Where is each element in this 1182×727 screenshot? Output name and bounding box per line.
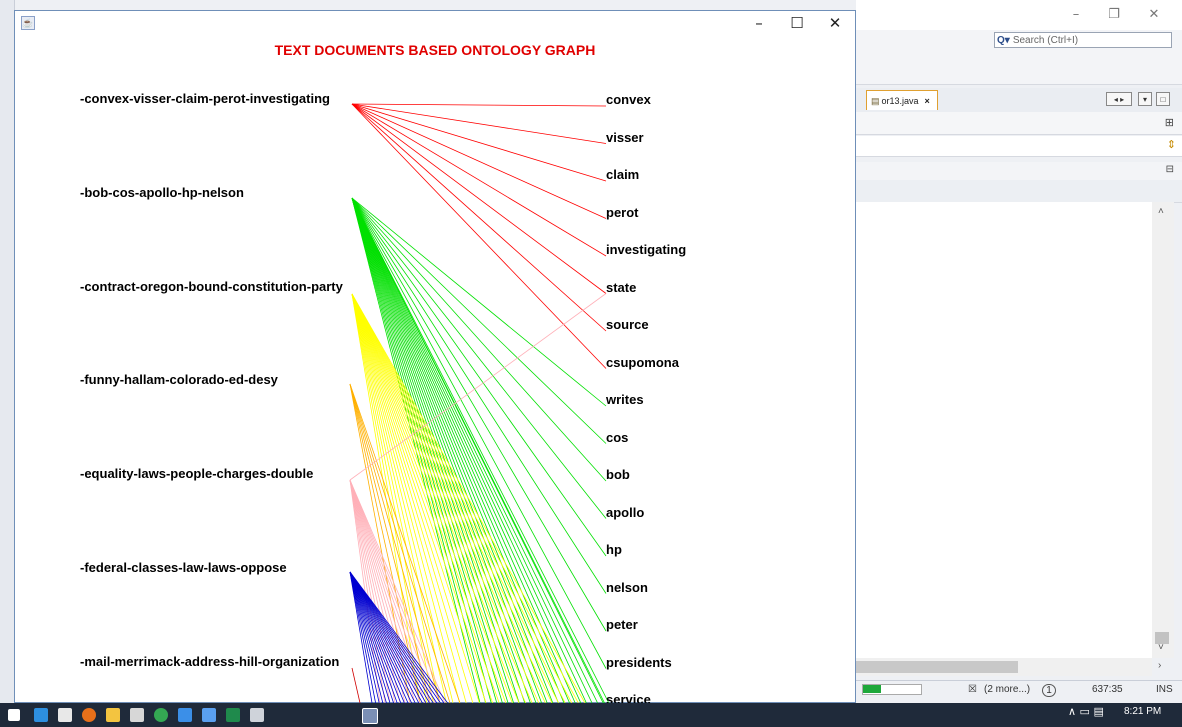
term-label: claim <box>606 167 640 182</box>
edge-doc1 <box>351 103 607 294</box>
term-label: source <box>606 317 649 332</box>
ide-horizontal-scroll-thumb[interactable] <box>856 661 1018 673</box>
term-label: nelson <box>606 580 648 595</box>
search-icon: Q▾ <box>997 35 1010 46</box>
tab-scroll-buttons[interactable]: ◂ ▸ <box>1106 92 1132 106</box>
document-label: -equality-laws-people-charges-double <box>80 466 314 481</box>
system-tray-icons[interactable]: ∧ ▭ ▤ <box>1068 705 1104 718</box>
term-label: hp <box>606 542 622 557</box>
ide-editor-tab[interactable]: ▤ or13.java × <box>866 90 938 110</box>
java-taskbar-icon[interactable] <box>362 708 378 724</box>
term-label: apollo <box>606 505 645 520</box>
edge-doc3 <box>351 293 540 703</box>
edge-doc1 <box>351 103 607 107</box>
chrome-icon[interactable] <box>154 708 168 722</box>
insert-mode: INS <box>1156 684 1173 695</box>
expand-icon[interactable]: ⊞ <box>1165 116 1174 129</box>
maximize-editor-button[interactable]: □ <box>1156 92 1170 106</box>
ide-progress-fill <box>863 685 881 693</box>
edge-doc2 <box>351 197 548 703</box>
ide-minimize-button[interactable]: – <box>1064 6 1088 24</box>
edge-doc1 <box>351 103 607 219</box>
document-label: -federal-classes-law-laws-oppose <box>80 560 287 575</box>
app-icon[interactable] <box>178 708 192 722</box>
document-label: -funny-hallam-colorado-ed-desy <box>80 372 278 387</box>
term-label: bob <box>606 467 630 482</box>
term-label: visser <box>606 130 644 145</box>
tab-list-button[interactable]: ▾ <box>1138 92 1152 106</box>
cursor-position: 637:35 <box>1092 684 1123 695</box>
scroll-right-icon[interactable]: › <box>1158 660 1161 671</box>
tab-label: or13.java <box>881 96 919 106</box>
java-file-icon: ▤ <box>871 96 880 106</box>
calculator-icon[interactable] <box>130 708 144 722</box>
windows-start-icon[interactable] <box>8 709 20 721</box>
ide-titlebar <box>856 0 1182 30</box>
ide-close-button[interactable]: ✕ <box>1142 6 1166 24</box>
term-label: cos <box>606 430 629 445</box>
ide-vertical-scrollbar[interactable]: ˄ ˅ <box>1152 202 1174 658</box>
document-label: -contract-oregon-bound-constitution-part… <box>80 279 343 294</box>
ide-navigator-header: ⊟ <box>856 162 1182 181</box>
document-label: -mail-merrimack-address-hill-organizatio… <box>80 654 340 669</box>
term-label: writes <box>606 392 644 407</box>
store-icon[interactable] <box>58 708 72 722</box>
excel-icon[interactable] <box>226 708 240 722</box>
tab-close-icon[interactable]: × <box>925 96 930 106</box>
term-label: presidents <box>606 655 672 670</box>
edge-doc1 <box>351 103 607 369</box>
term-label: peter <box>606 617 638 632</box>
ide-editor-toolbar: ⊞ <box>856 112 1182 135</box>
minimize-panel-icon[interactable]: ⊟ <box>1166 164 1174 175</box>
ide-restore-button[interactable]: ❐ <box>1102 6 1126 24</box>
ide-editor-area[interactable] <box>856 202 1152 658</box>
notepad-icon[interactable] <box>250 708 264 722</box>
edge-doc3 <box>351 293 566 703</box>
term-label: investigating <box>606 242 687 257</box>
scroll-up-icon[interactable]: ˄ <box>1158 206 1164 217</box>
edge-browser-icon[interactable] <box>34 708 48 722</box>
term-label: csupomona <box>606 355 679 370</box>
edge-doc1 <box>351 103 607 182</box>
file-explorer-icon[interactable] <box>106 708 120 722</box>
ide-navigator-toolbar <box>856 180 1182 203</box>
document-label: -convex-visser-claim-perot-investigating <box>80 91 330 106</box>
ide-vertical-scroll-thumb[interactable] <box>1155 632 1169 644</box>
info-badge-icon[interactable]: 1 <box>1042 684 1056 697</box>
term-label: perot <box>606 205 639 220</box>
edge-doc7 <box>351 667 361 703</box>
taskbar-clock: 8:21 PM <box>1124 706 1162 717</box>
term-label: state <box>606 280 637 295</box>
status-more-link[interactable]: (2 more...) <box>984 684 1030 695</box>
spinner-icon[interactable]: ⇕ <box>1167 138 1176 151</box>
term-label: convex <box>606 92 651 107</box>
edge-doc2 <box>351 197 587 703</box>
edge-doc1 <box>351 103 607 257</box>
netbeans-icon[interactable] <box>202 708 216 722</box>
firefox-icon[interactable] <box>82 708 96 722</box>
ide-breadcrumb-bar: ⇕ <box>856 136 1182 157</box>
document-label: -bob-cos-apollo-hp-nelson <box>80 185 244 200</box>
search-placeholder: Search (Ctrl+I) <box>1012 35 1079 46</box>
notifications-icon[interactable]: ☒ <box>968 684 977 695</box>
ide-search-input[interactable]: Q▾ Search (Ctrl+I) <box>994 32 1172 48</box>
